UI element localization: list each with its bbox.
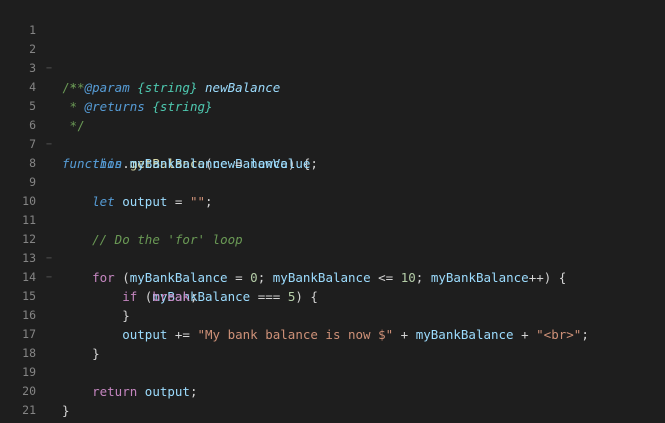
code-line[interactable]: 7 this.myBankBalance = newValue; [0, 116, 665, 171]
code-line[interactable]: 17 } [0, 306, 665, 361]
code-line[interactable]: 5 */ [0, 78, 665, 133]
code-line[interactable]: 12 − for (myBankBalance = 0; myBankBalan… [0, 211, 665, 285]
code-line[interactable]: 21 [0, 382, 665, 417]
code-line[interactable]: 22 [0, 401, 665, 423]
code-editor[interactable]: 1 2 − /** 3 * @param {string} newBalance… [0, 0, 665, 423]
code-line[interactable]: 19 return output; [0, 344, 665, 399]
code-line[interactable]: 6 − function getBalance(newBalance) { [0, 97, 665, 171]
code-line[interactable]: 16 output += "My bank balance is now $" … [0, 287, 665, 342]
code-line[interactable]: 8 [0, 135, 665, 170]
code-line[interactable]: 13 − if (myBankBalance === 5) { [0, 230, 665, 304]
code-line[interactable]: 11 // Do the 'for' loop [0, 192, 665, 247]
code-line[interactable]: 9 let output = ""; [0, 154, 665, 209]
code-line[interactable]: 15 } [0, 268, 665, 323]
code-line[interactable]: 10 [0, 173, 665, 208]
code-line[interactable]: 20 } [0, 363, 665, 418]
code-line[interactable]: 2 − /** [0, 21, 665, 95]
code-line[interactable]: 3 * @param {string} newBalance [0, 40, 665, 95]
code-line[interactable]: 1 [0, 2, 665, 37]
code-line[interactable]: 4 * @returns {string} [0, 59, 665, 114]
code-line[interactable]: 14 break; [0, 249, 665, 304]
code-line[interactable]: 18 [0, 325, 665, 360]
